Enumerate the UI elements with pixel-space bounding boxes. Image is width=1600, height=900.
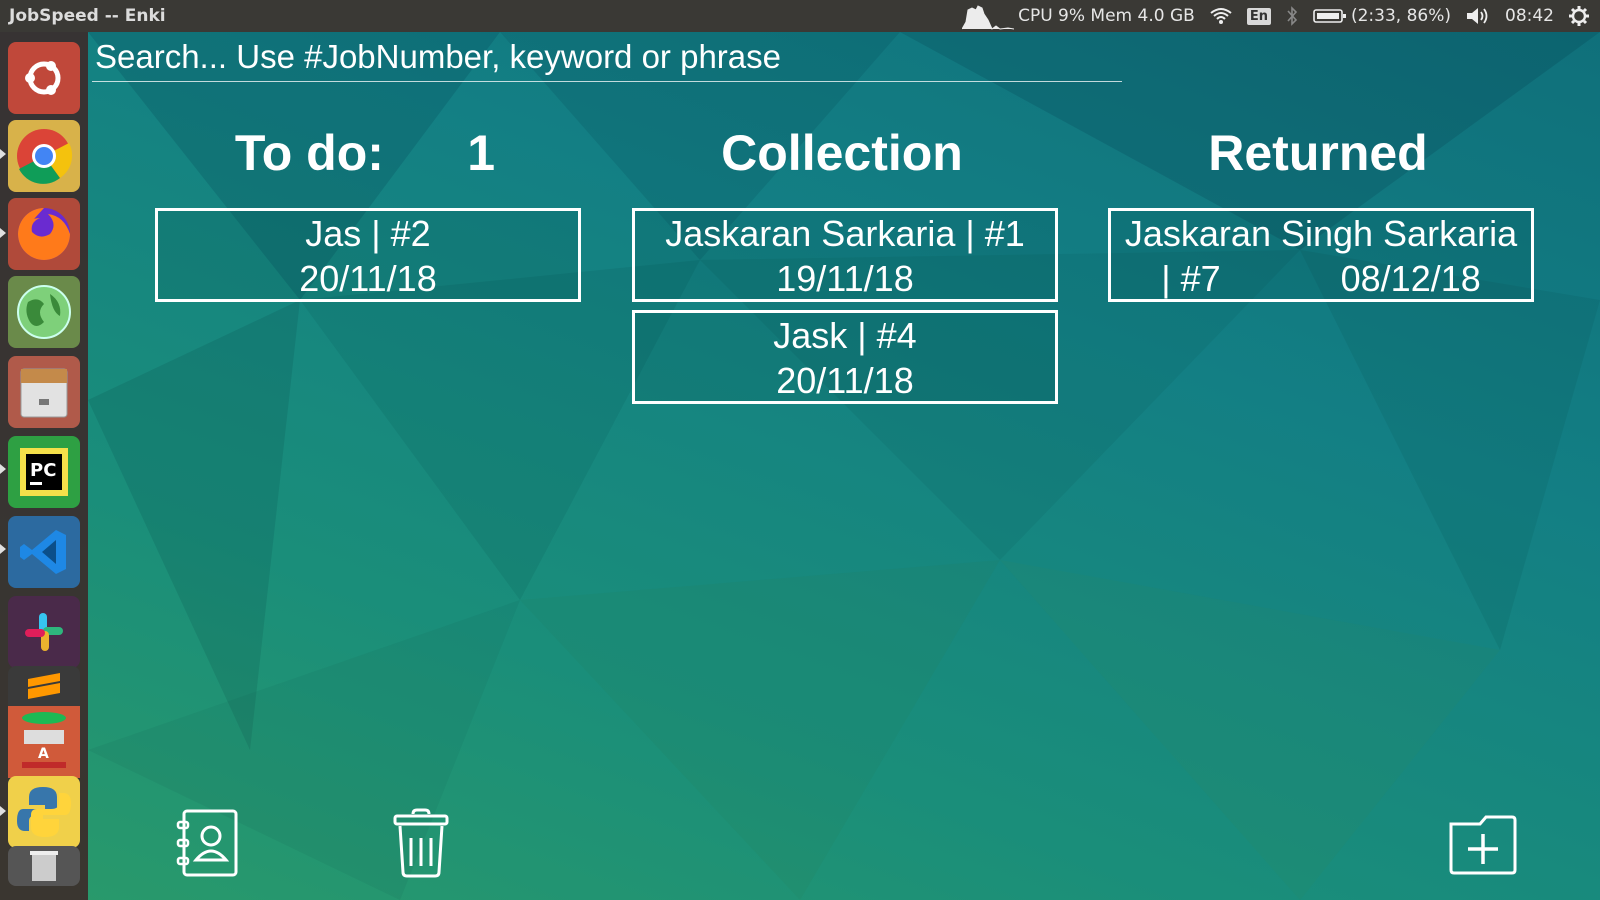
system-monitor-text: CPU 9% Mem 4.0 GB bbox=[1018, 6, 1195, 26]
slack-launcher[interactable] bbox=[8, 596, 80, 668]
cpu-graph-icon bbox=[962, 5, 1015, 30]
running-indicator bbox=[0, 149, 6, 159]
trash-icon bbox=[393, 808, 449, 878]
keyboard-layout-badge: En bbox=[1246, 7, 1271, 25]
pycharm-icon: PC bbox=[20, 448, 68, 496]
job-card-date: 20/11/18 bbox=[776, 360, 914, 401]
trash-launcher[interactable] bbox=[8, 846, 80, 886]
stacked-launchers[interactable]: A bbox=[8, 706, 80, 778]
bluetooth-icon bbox=[1287, 6, 1298, 26]
session-menu[interactable] bbox=[1568, 5, 1590, 27]
battery-indicator[interactable]: (2:33, 86%) bbox=[1313, 6, 1451, 26]
job-card-title: Jaskaran Singh Sarkaria bbox=[1124, 213, 1518, 254]
file-cabinet-launcher[interactable] bbox=[8, 356, 80, 428]
stacked-apps-icon: A bbox=[22, 712, 66, 768]
window-title: JobSpeed -- Enki bbox=[9, 6, 166, 26]
svg-text:A: A bbox=[38, 746, 49, 762]
chrome-icon bbox=[17, 129, 73, 184]
firefox-launcher[interactable] bbox=[8, 198, 80, 270]
slack-icon bbox=[25, 613, 63, 651]
job-card-date: 20/11/18 bbox=[299, 258, 437, 299]
sublime-text-icon bbox=[28, 673, 60, 699]
python-launcher[interactable] bbox=[8, 776, 80, 848]
job-card-date: | #7 08/12/18 bbox=[1161, 258, 1481, 299]
search-input[interactable]: Search... Use #JobNumber, keyword or phr… bbox=[92, 36, 1122, 82]
gear-icon bbox=[1569, 6, 1589, 26]
volume-indicator[interactable] bbox=[1465, 6, 1491, 26]
ubuntu-dash-button[interactable] bbox=[8, 42, 80, 114]
keyboard-indicator[interactable]: En bbox=[1246, 7, 1271, 25]
system-monitor[interactable]: CPU 9% Mem 4.0 GB bbox=[962, 2, 1195, 30]
sublime-text-launcher[interactable] bbox=[8, 666, 80, 706]
svg-text:PC: PC bbox=[30, 460, 56, 481]
job-card-title: Jask | #4 bbox=[773, 315, 917, 356]
contacts-button[interactable] bbox=[176, 808, 240, 882]
battery-icon bbox=[1313, 9, 1346, 23]
contacts-book-icon bbox=[176, 809, 238, 877]
pycharm-launcher[interactable]: PC bbox=[8, 436, 80, 508]
job-card-title: Jaskaran Sarkaria | #1 bbox=[665, 213, 1025, 254]
volume-icon bbox=[1467, 8, 1488, 24]
running-indicator bbox=[0, 464, 6, 474]
launcher: PC A bbox=[0, 32, 88, 900]
job-card-date: 19/11/18 bbox=[776, 258, 914, 299]
collection-heading: Collection bbox=[721, 125, 963, 181]
delete-button[interactable] bbox=[393, 808, 449, 882]
todo-heading: To do: 1 bbox=[234, 125, 496, 181]
globe-browser-launcher[interactable] bbox=[8, 276, 80, 348]
folder-plus-icon bbox=[1449, 815, 1517, 875]
battery-text: (2:33, 86%) bbox=[1350, 6, 1451, 26]
running-indicator bbox=[0, 544, 6, 554]
bluetooth-indicator[interactable] bbox=[1285, 6, 1299, 26]
firefox-icon bbox=[18, 208, 70, 260]
job-card[interactable]: Jaskaran Sarkaria | #1 19/11/18 bbox=[632, 208, 1058, 302]
wifi-indicator[interactable] bbox=[1209, 7, 1233, 25]
returned-heading: Returned bbox=[1208, 125, 1428, 181]
job-card-title: Jas | #2 bbox=[305, 213, 431, 254]
top-panel: JobSpeed -- Enki CPU 9% Mem 4.0 GB En (2… bbox=[0, 0, 1600, 32]
python-icon bbox=[17, 787, 71, 837]
job-card[interactable]: Jaskaran Singh Sarkaria | #7 08/12/18 bbox=[1108, 208, 1534, 302]
wifi-icon bbox=[1210, 8, 1232, 24]
system-tray: CPU 9% Mem 4.0 GB En (2:33, 86%) 08:42 bbox=[962, 0, 1600, 32]
chrome-launcher[interactable] bbox=[8, 120, 80, 192]
vscode-launcher[interactable] bbox=[8, 516, 80, 588]
job-card[interactable]: Jas | #2 20/11/18 bbox=[155, 208, 581, 302]
clock[interactable]: 08:42 bbox=[1505, 6, 1554, 26]
ubuntu-dash-icon bbox=[25, 61, 61, 95]
job-card[interactable]: Jask | #4 20/11/18 bbox=[632, 310, 1058, 404]
running-indicator bbox=[0, 806, 6, 816]
globe-browser-icon bbox=[17, 285, 71, 339]
new-job-button[interactable] bbox=[1448, 814, 1518, 880]
vscode-icon bbox=[20, 530, 66, 574]
trash-launcher-icon bbox=[30, 851, 58, 881]
running-indicator bbox=[0, 228, 6, 238]
file-cabinet-icon bbox=[20, 368, 68, 418]
